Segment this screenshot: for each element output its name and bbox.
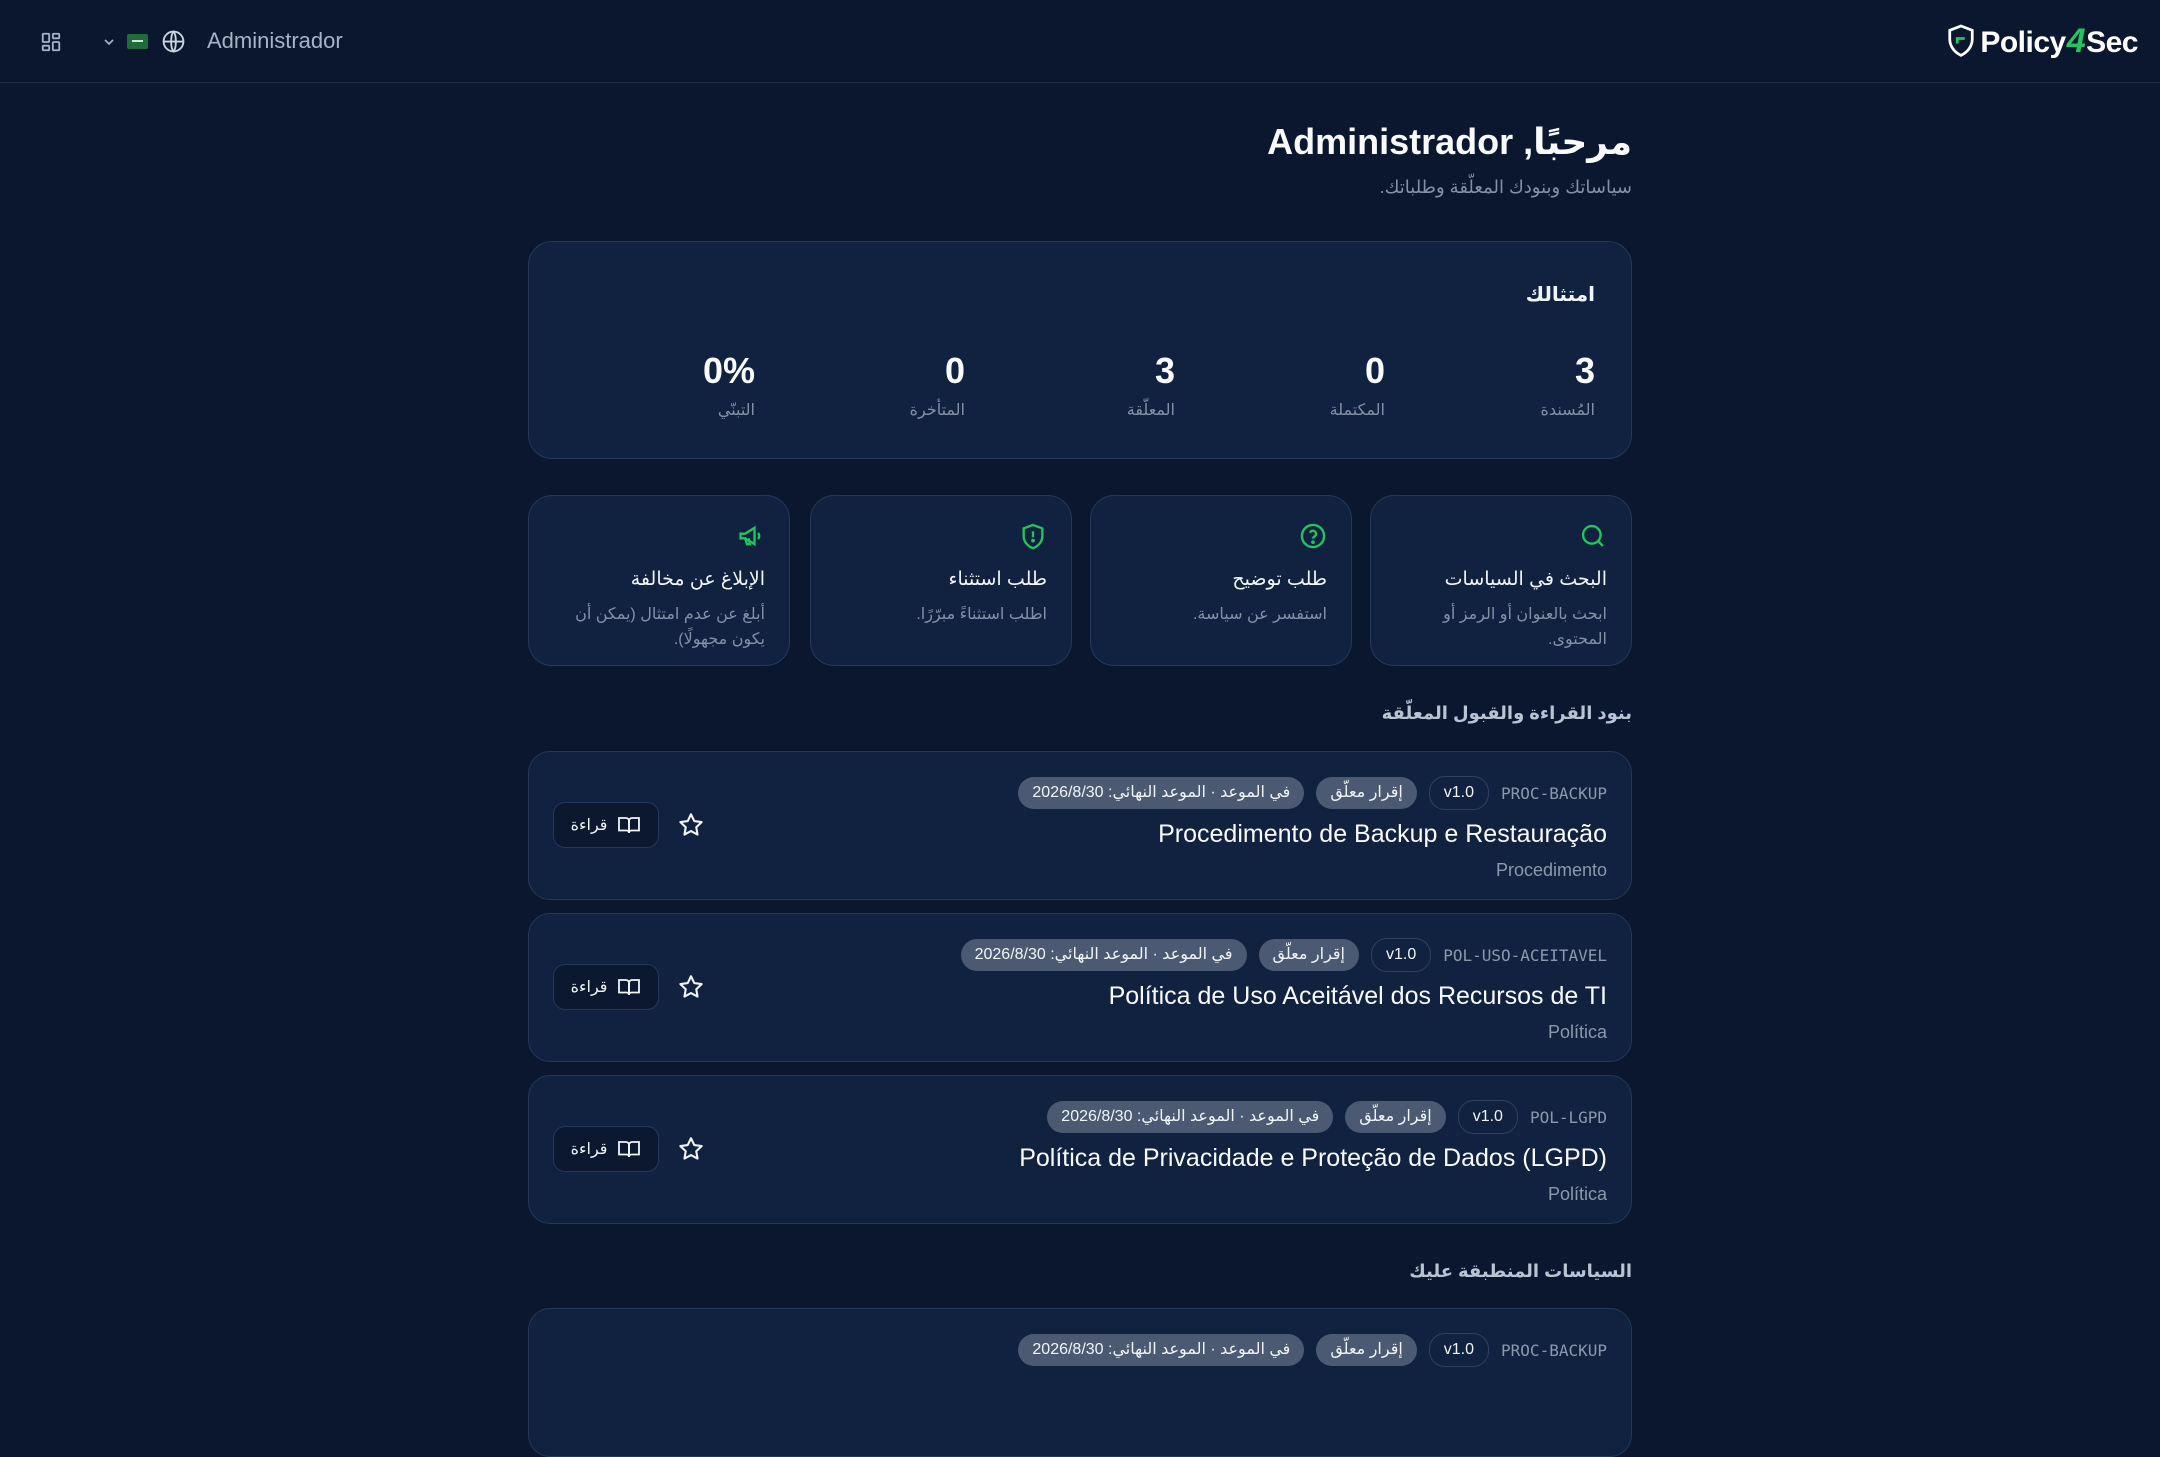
chevron-down-icon[interactable]: [101, 34, 117, 50]
pending-item[interactable]: POL-LGPD v1.0 إقرار معلّق في الموعد · ال…: [528, 1075, 1632, 1224]
action-request-clarification[interactable]: طلب توضيح استفسر عن سياسة.: [1090, 495, 1352, 666]
status-badge: إقرار معلّق: [1345, 1101, 1446, 1133]
compliance-card: امتثالك 3 المُسندة 0 المكتملة 3 المعلّقة…: [528, 241, 1632, 459]
due-badge: في الموعد · الموعد النهائي: 2026/8/30: [1047, 1101, 1334, 1133]
compliance-title: امتثالك: [1525, 284, 1595, 306]
pending-item[interactable]: PROC-BACKUP v1.0 إقرار معلّق في الموعد ·…: [528, 751, 1632, 900]
read-button[interactable]: قراءة: [553, 802, 659, 848]
policy-title[interactable]: Política de Uso Aceitável dos Recursos d…: [1109, 982, 1607, 1011]
question-circle-icon: [1300, 523, 1326, 549]
policy-type: Procedimento: [1495, 860, 1607, 880]
item-badges: POL-LGPD v1.0 إقرار معلّق في الموعد · ال…: [1047, 1100, 1607, 1134]
apps-grid-icon[interactable]: [40, 31, 62, 53]
status-badge: إقرار معلّق: [1258, 939, 1359, 971]
favorite-star-icon[interactable]: [677, 1135, 705, 1163]
due-badge: في الموعد · الموعد النهائي: 2026/8/30: [960, 939, 1247, 971]
item-badges: POL-USO-ACEITAVEL v1.0 إقرار معلّق في ال…: [960, 938, 1607, 972]
version-badge: v1.0: [1370, 938, 1432, 972]
version-badge: v1.0: [1457, 1100, 1518, 1134]
due-badge: في الموعد · الموعد النهائي: 2026/8/30: [1018, 777, 1305, 809]
stat-adoption: 0% التبنّي: [702, 350, 755, 419]
globe-icon[interactable]: [161, 29, 186, 54]
action-search-policies[interactable]: البحث في السياسات ابحث بالعنوان أو الرمز…: [1370, 495, 1632, 666]
policy-type: Política: [1547, 1022, 1607, 1042]
favorite-star-icon[interactable]: [677, 973, 705, 1001]
logo-text: Policy4Sec: [1980, 21, 2138, 60]
applicable-section-title: السياسات المنطبقة عليك: [1409, 1261, 1632, 1281]
shield-logo-icon: [1948, 24, 1974, 57]
policy-title[interactable]: Política de Privacidade e Proteção de Da…: [1019, 1144, 1607, 1173]
book-open-icon: [618, 817, 641, 834]
status-badge: إقرار معلّق: [1316, 777, 1417, 809]
favorite-star-icon[interactable]: [677, 811, 705, 839]
flag-icon[interactable]: [127, 34, 148, 49]
policy-code: PROC-BACKUP: [1501, 783, 1607, 803]
action-report-violation[interactable]: الإبلاغ عن مخالفة أبلغ عن عدم امتثال (يم…: [528, 495, 790, 666]
policy-title[interactable]: Procedimento de Backup e Restauração: [1158, 820, 1607, 849]
book-open-icon: [618, 979, 641, 996]
pending-section-title: بنود القراءة والقبول المعلّقة: [1381, 703, 1632, 723]
version-badge: v1.0: [1428, 776, 1490, 810]
stat-pending: 3 المعلّقة: [1126, 350, 1175, 419]
version-badge: v1.0: [1428, 1333, 1490, 1367]
shield-alert-icon: [1022, 523, 1044, 550]
item-badges: PROC-BACKUP v1.0 إقرار معلّق في الموعد ·…: [1018, 776, 1607, 810]
stat-completed: 0 المكتملة: [1329, 350, 1385, 419]
status-badge: إقرار معلّق: [1316, 1334, 1417, 1366]
policy-type: Política: [1547, 1184, 1607, 1204]
read-button[interactable]: قراءة: [553, 1126, 659, 1172]
policy-code: POL-USO-ACEITAVEL: [1443, 945, 1607, 965]
item-badges: PROC-BACKUP v1.0 إقرار معلّق في الموعد ·…: [1018, 1333, 1607, 1367]
page-subtitle: سياساتك وبنودك المعلّقة وطلباتك.: [1379, 177, 1632, 197]
stat-assigned: 3 المُسندة: [1540, 350, 1595, 419]
user-name[interactable]: Administrador: [207, 28, 343, 54]
top-bar: Administrador Policy4Sec: [0, 0, 2160, 83]
due-badge: في الموعد · الموعد النهائي: 2026/8/30: [1018, 1334, 1305, 1366]
action-request-exception[interactable]: طلب استثناء اطلب استثناءً مبرّرًا.: [810, 495, 1072, 666]
page-title: مرحبًا, Administrador: [1267, 121, 1632, 162]
stat-overdue: 0 المتأخرة: [909, 350, 965, 419]
applicable-item[interactable]: PROC-BACKUP v1.0 إقرار معلّق في الموعد ·…: [528, 1308, 1632, 1457]
policy-code: PROC-BACKUP: [1501, 1340, 1607, 1360]
policy-code: POL-LGPD: [1529, 1107, 1607, 1127]
pending-item[interactable]: POL-USO-ACEITAVEL v1.0 إقرار معلّق في ال…: [528, 913, 1632, 1062]
book-open-icon: [618, 1141, 641, 1158]
read-button[interactable]: قراءة: [553, 964, 659, 1010]
app-logo[interactable]: Policy4Sec: [1946, 20, 2138, 62]
megaphone-icon: [739, 525, 761, 547]
search-icon: [1581, 524, 1604, 547]
